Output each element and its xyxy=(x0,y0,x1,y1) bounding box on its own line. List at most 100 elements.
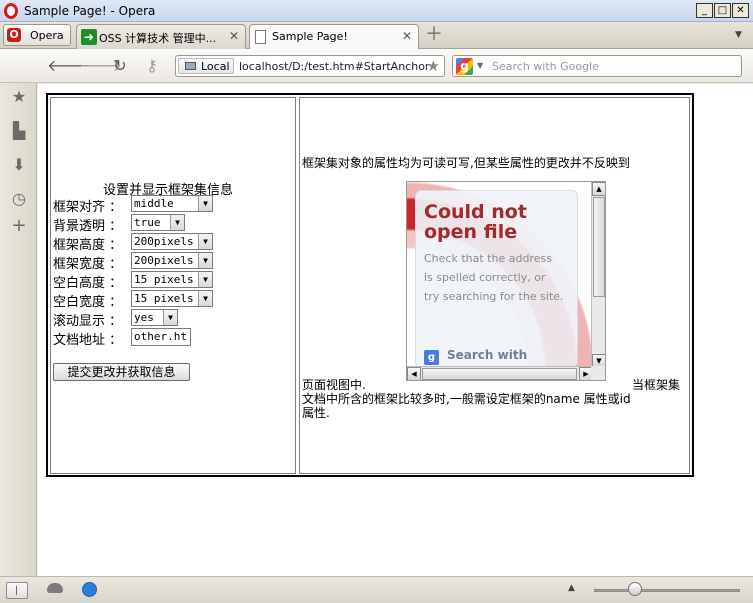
error-message: Check that the address is spelled correc… xyxy=(424,252,564,303)
scroll-left-icon[interactable]: ◀ xyxy=(407,367,421,380)
paragraph-line: 页面视图中. xyxy=(302,378,366,392)
window-title: Sample Page! - Opera xyxy=(24,4,156,18)
frame-height-select[interactable]: 200pixels ▼ xyxy=(131,233,213,250)
panel-toggle-icon[interactable] xyxy=(6,582,28,599)
margin-width-select[interactable]: 15 pixels ▼ xyxy=(131,290,213,307)
chevron-down-icon[interactable]: ▼ xyxy=(735,30,742,40)
scroll-thumb[interactable] xyxy=(422,368,577,380)
paragraph-line: 文档中所含的框架比较多时,一般需设定框架的name 属性或id xyxy=(302,392,631,406)
status-bar: ▲ xyxy=(0,576,753,603)
security-label: Local xyxy=(201,60,230,73)
address-toolbar: 🡐 🡒 ↻ ⚷ Local localhost/D:/test.htm#Star… xyxy=(0,49,753,83)
tab-oss[interactable]: ➜ OSS 计算技术 管理中... ✕ xyxy=(76,24,246,49)
url-text[interactable]: localhost/D:/test.htm#StartAnchor xyxy=(239,60,429,73)
maximize-button[interactable]: □ xyxy=(714,3,731,18)
close-tab-icon[interactable]: ✕ xyxy=(402,29,412,43)
minimize-button[interactable]: _ xyxy=(696,3,713,18)
embedded-iframe[interactable]: Could not open file Check that the addre… xyxy=(406,181,606,381)
frame-width-select[interactable]: 200pixels ▼ xyxy=(131,252,213,269)
close-tab-icon[interactable]: ✕ xyxy=(229,29,239,43)
new-tab-icon[interactable]: ＋ xyxy=(425,25,443,45)
paragraph-line: 属性. xyxy=(302,406,330,420)
select-value: 15 pixels xyxy=(134,273,194,286)
google-icon: g xyxy=(424,350,439,365)
forward-icon[interactable]: 🡒 xyxy=(79,56,122,76)
paragraph-line: 框架集对象的属性均为可读可写,但某些属性的更改并不反映到 xyxy=(302,156,630,170)
select-value: 200pixels xyxy=(134,235,194,248)
zoom-slider-thumb[interactable] xyxy=(628,582,642,596)
src-input[interactable]: other.ht xyxy=(131,328,191,346)
title-bar: Sample Page! - Opera _ □ ✕ xyxy=(0,0,753,22)
opera-menu-button[interactable]: O Opera xyxy=(3,24,71,46)
settings-frame: 设置并显示框架集信息 框架对齐 ： middle ▼ 背景透明 ： true ▼… xyxy=(50,97,296,474)
zoom-slider[interactable] xyxy=(594,589,740,592)
tab-sample-page[interactable]: Sample Page! ✕ xyxy=(249,24,419,49)
search-with-label[interactable]: Search with xyxy=(447,348,527,362)
turbo-icon[interactable] xyxy=(82,582,97,597)
field-label: 背景透明 ： xyxy=(53,219,123,234)
scroll-thumb[interactable] xyxy=(593,197,605,297)
align-select[interactable]: middle ▼ xyxy=(131,195,213,212)
address-field[interactable]: Local localhost/D:/test.htm#StartAnchor … xyxy=(175,55,445,77)
bookmarks-star-icon[interactable]: ★ xyxy=(10,88,28,106)
field-label: 框架宽度 ： xyxy=(53,257,123,272)
select-value: true xyxy=(134,216,161,229)
security-badge[interactable]: Local xyxy=(178,58,234,74)
tab-label: OSS 计算技术 管理中... xyxy=(99,32,217,45)
tab-strip: O Opera ➜ OSS 计算技术 管理中... ✕ Sample Page!… xyxy=(0,22,753,49)
monitor-icon xyxy=(185,62,196,70)
chevron-down-icon[interactable]: ▼ xyxy=(163,310,177,325)
back-icon[interactable]: 🡐 xyxy=(47,56,90,76)
google-icon[interactable]: g xyxy=(456,58,473,75)
content-frame: 框架集对象的属性均为可读可写,但某些属性的更改并不反映到 Could not o… xyxy=(299,97,690,474)
add-panel-icon[interactable]: + xyxy=(10,217,28,235)
chevron-up-icon[interactable]: ▲ xyxy=(568,583,575,593)
key-icon[interactable]: ⚷ xyxy=(142,56,162,76)
reload-icon[interactable]: ↻ xyxy=(110,56,130,76)
search-field[interactable]: g ▼ Search with Google xyxy=(452,55,742,77)
search-placeholder: Search with Google xyxy=(492,60,599,73)
vertical-scrollbar[interactable]: ▲ ▼ xyxy=(591,182,605,368)
page-icon xyxy=(255,30,266,44)
chevron-down-icon[interactable]: ▼ xyxy=(198,272,212,287)
page-viewport: 设置并显示框架集信息 框架对齐 ： middle ▼ 背景透明 ： true ▼… xyxy=(38,84,753,576)
opera-logo-icon xyxy=(4,3,18,19)
field-label: 框架高度 ： xyxy=(53,238,123,253)
margin-height-select[interactable]: 15 pixels ▼ xyxy=(131,271,213,288)
frameset: 设置并显示框架集信息 框架对齐 ： middle ▼ 背景透明 ： true ▼… xyxy=(46,93,694,477)
submit-button[interactable]: 提交更改并获取信息 xyxy=(53,363,190,381)
chevron-down-icon[interactable]: ▼ xyxy=(198,253,212,268)
green-arrow-icon: ➜ xyxy=(81,29,97,45)
paragraph-line: 当框架集 xyxy=(632,378,681,392)
history-clock-icon[interactable]: ◷ xyxy=(10,190,28,208)
chevron-down-icon[interactable]: ▼ xyxy=(198,196,212,211)
field-label: 滚动显示 ： xyxy=(53,314,123,329)
scrolling-select[interactable]: yes ▼ xyxy=(131,309,178,326)
field-label: 空白高度 ： xyxy=(53,276,123,291)
downloads-icon[interactable]: ⬇ xyxy=(10,156,28,174)
chevron-down-icon[interactable]: ▼ xyxy=(477,61,483,70)
select-value: middle xyxy=(134,197,174,210)
opera-unite-cloud-icon[interactable] xyxy=(47,583,63,593)
chevron-down-icon[interactable]: ▼ xyxy=(198,291,212,306)
bookmark-star-icon[interactable]: ★ xyxy=(427,57,440,75)
field-label: 框架对齐 ： xyxy=(53,200,123,215)
notes-icon[interactable]: ▙ xyxy=(10,122,28,140)
select-value: 200pixels xyxy=(134,254,194,267)
error-heading: Could not open file xyxy=(424,201,527,243)
sidebar: ★ ▙ ⬇ ◷ + xyxy=(0,83,37,576)
select-value: 15 pixels xyxy=(134,292,194,305)
scroll-up-icon[interactable]: ▲ xyxy=(592,182,605,196)
chevron-down-icon[interactable]: ▼ xyxy=(198,234,212,249)
tab-label: Sample Page! xyxy=(272,30,348,43)
chevron-down-icon[interactable]: ▼ xyxy=(170,215,184,230)
field-label: 空白宽度 ： xyxy=(53,295,123,310)
opera-menu-label: Opera xyxy=(30,29,64,42)
field-label: 文档地址 ： xyxy=(53,333,123,348)
scroll-corner xyxy=(591,366,605,380)
transparency-select[interactable]: true ▼ xyxy=(131,214,185,231)
close-window-button[interactable]: ✕ xyxy=(732,3,749,18)
horizontal-scrollbar[interactable]: ◀ ▶ xyxy=(407,366,593,380)
opera-menu-icon: O xyxy=(7,28,21,42)
select-value: yes xyxy=(134,311,154,324)
